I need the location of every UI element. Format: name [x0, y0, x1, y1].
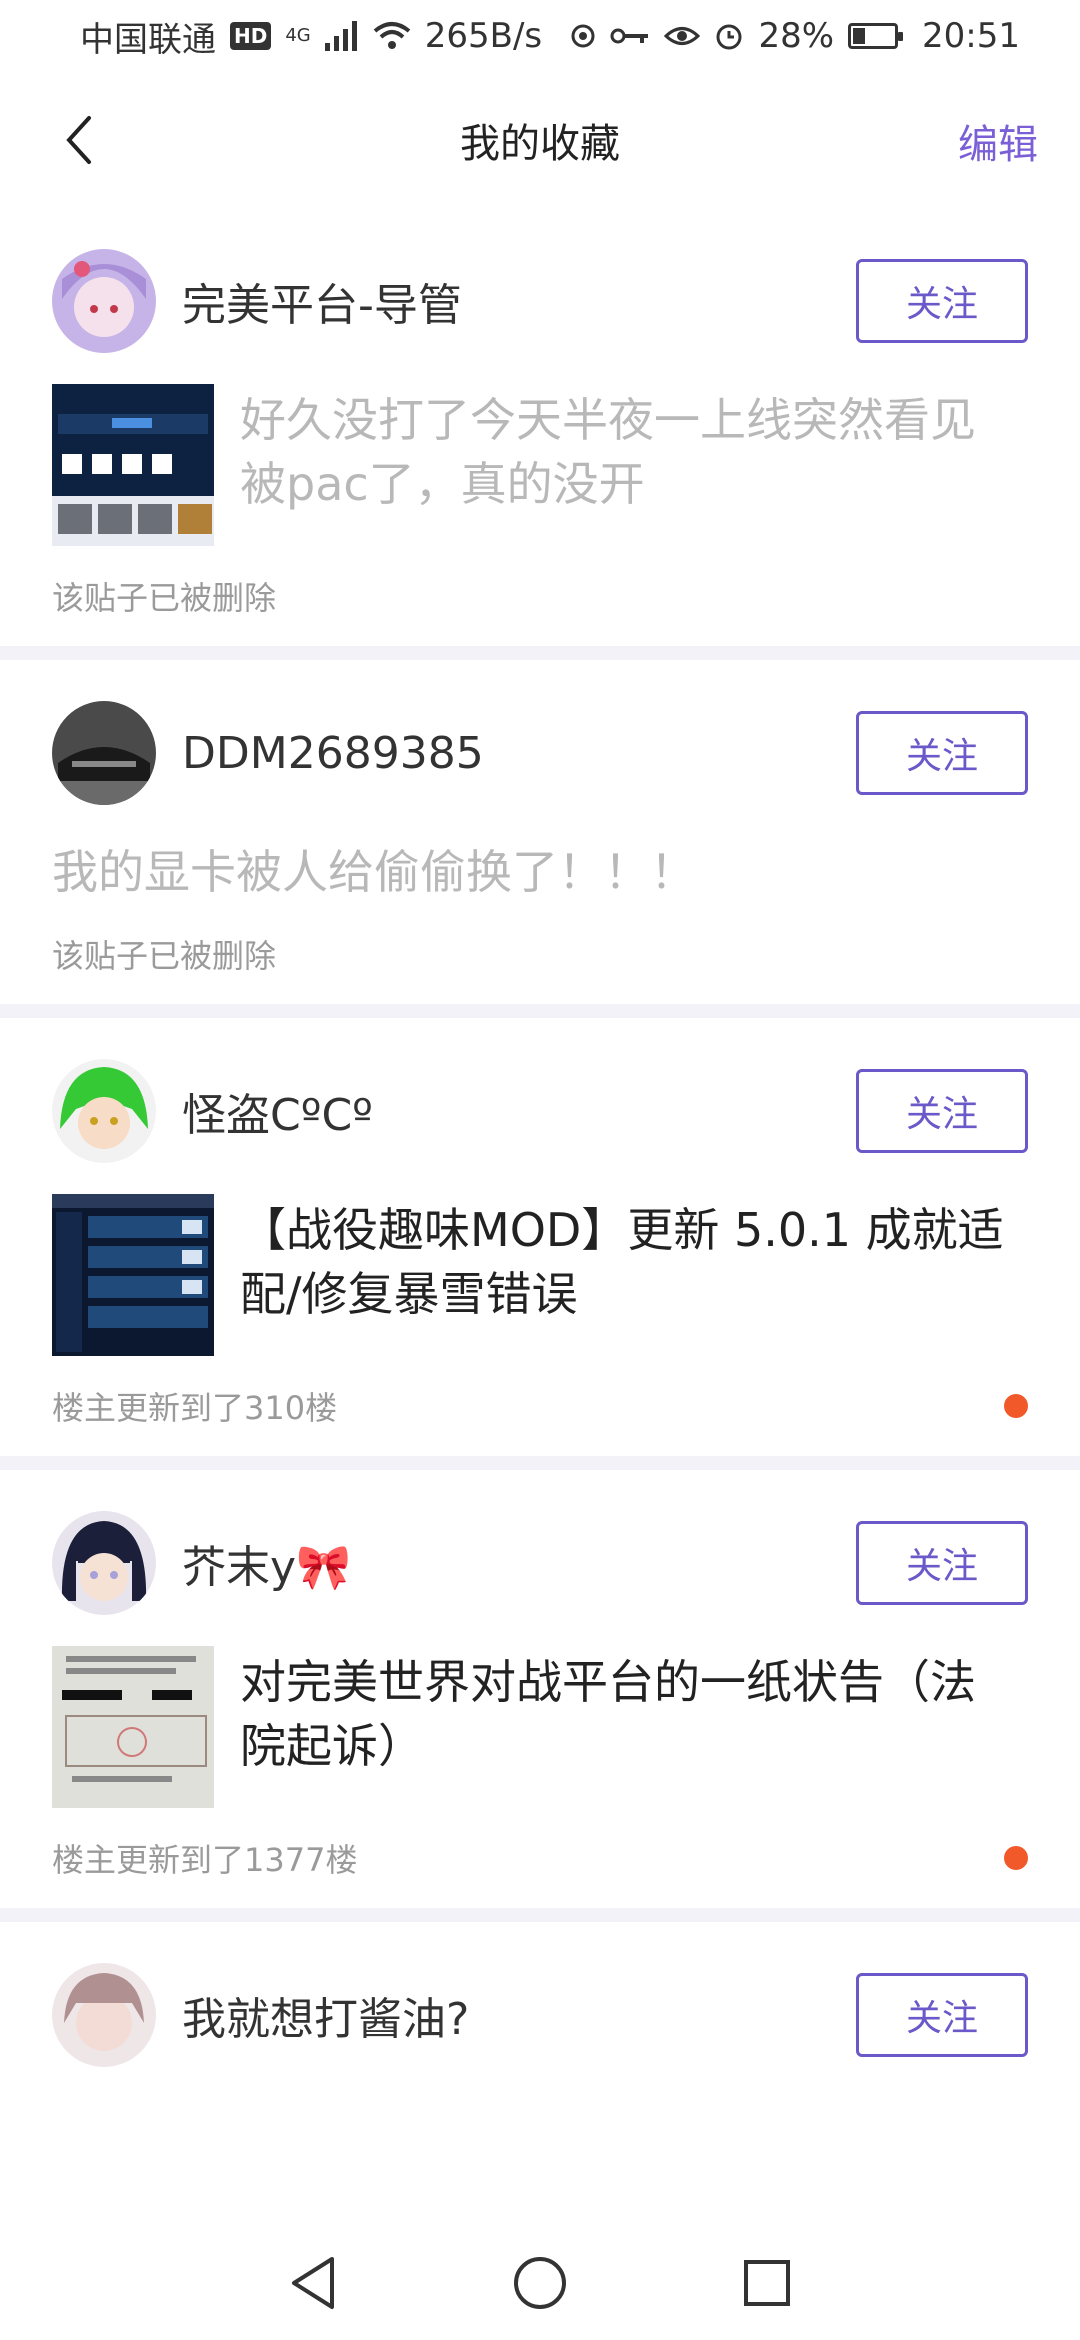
hd-badge: HD: [230, 22, 272, 50]
favorite-card[interactable]: DDM2689385 关注 我的显卡被人给偷偷换了！！！ 该贴子已被删除: [0, 660, 1080, 1004]
username[interactable]: 怪盗CºCº: [182, 1079, 856, 1143]
username[interactable]: 芥末y🎀: [182, 1531, 856, 1595]
status-bar: 中国联通 HD 4G 265B/s 28% 20:51: [0, 0, 1080, 72]
avatar[interactable]: [52, 701, 156, 805]
avatar[interactable]: [52, 1963, 156, 2067]
post-thumbnail[interactable]: [52, 384, 214, 546]
network-type: 4G: [285, 25, 311, 46]
network-speed: 265B/s: [424, 16, 543, 56]
favorite-card[interactable]: 怪盗CºCº 关注 【战役趣味MOD】更新 5.0.1 成就适配/修复暴雪错误 …: [0, 1018, 1080, 1456]
divider: [0, 1908, 1080, 1922]
clock-time: 20:51: [922, 16, 1020, 56]
battery-percent: 28%: [758, 16, 835, 56]
avatar[interactable]: [52, 1059, 156, 1163]
system-nav-bar: [0, 2226, 1080, 2340]
post-title[interactable]: 好久没打了今天半夜一上线突然看见被pac了，真的没开: [240, 384, 1020, 516]
back-button[interactable]: [40, 102, 116, 178]
nav-recents-button[interactable]: [732, 2248, 802, 2318]
favorites-list: 完美平台-导管 关注 好久没打了今天半夜一上线突然看见被pac了，真的没开 该贴…: [0, 208, 1080, 2068]
post-title[interactable]: 我的显卡被人给偷偷换了！！！: [52, 836, 1028, 904]
post-status: 该贴子已被删除: [52, 937, 277, 975]
unread-dot: [1004, 1394, 1028, 1418]
alarm-icon: [714, 21, 744, 51]
nav-home-button[interactable]: [505, 2248, 575, 2318]
chevron-left-icon: [66, 116, 91, 164]
circle-home-icon: [513, 2257, 566, 2309]
wifi-icon: [373, 21, 411, 51]
status-left: 中国联通 HD 4G 265B/s: [80, 12, 596, 61]
post-title[interactable]: 对完美世界对战平台的一纸状告（法院起诉）: [240, 1646, 1020, 1778]
location-icon: [570, 23, 596, 49]
page-title: 我的收藏: [460, 121, 620, 167]
favorite-card[interactable]: 我就想打酱油? 关注: [0, 1922, 1080, 2068]
avatar[interactable]: [52, 1511, 156, 1615]
post-status: 楼主更新到了1377楼: [52, 1841, 358, 1879]
follow-button[interactable]: 关注: [856, 1521, 1028, 1605]
post-thumbnail[interactable]: [52, 1194, 214, 1356]
post-status: 该贴子已被删除: [52, 579, 277, 617]
divider: [0, 1456, 1080, 1470]
username[interactable]: 我就想打酱油?: [182, 1983, 856, 2047]
unread-dot: [1004, 1846, 1028, 1870]
triangle-back-icon: [292, 2257, 335, 2309]
avatar[interactable]: [52, 249, 156, 353]
status-right: 28% 20:51: [610, 16, 1020, 56]
follow-button[interactable]: 关注: [856, 1973, 1028, 2057]
battery-icon: [848, 23, 904, 49]
username[interactable]: DDM2689385: [182, 728, 856, 779]
key-icon: [610, 25, 650, 47]
follow-button[interactable]: 关注: [856, 1069, 1028, 1153]
signal-icon: [324, 21, 359, 51]
app-header: 我的收藏 编辑: [0, 72, 1080, 208]
post-thumbnail[interactable]: [52, 1646, 214, 1808]
post-status: 楼主更新到了310楼: [52, 1389, 338, 1427]
post-title[interactable]: 【战役趣味MOD】更新 5.0.1 成就适配/修复暴雪错误: [240, 1194, 1020, 1326]
divider: [0, 646, 1080, 660]
follow-button[interactable]: 关注: [856, 711, 1028, 795]
follow-button[interactable]: 关注: [856, 259, 1028, 343]
divider: [0, 1004, 1080, 1018]
square-recents-icon: [743, 2260, 790, 2306]
edit-button[interactable]: 编辑: [958, 112, 1038, 170]
eye-icon: [664, 23, 701, 49]
favorite-card[interactable]: 芥末y🎀 关注 对完美世界对战平台的一纸状告（法院起诉） 楼主更新到了1377楼: [0, 1470, 1080, 1908]
username[interactable]: 完美平台-导管: [182, 269, 856, 333]
favorite-card[interactable]: 完美平台-导管 关注 好久没打了今天半夜一上线突然看见被pac了，真的没开 该贴…: [0, 208, 1080, 646]
nav-back-button[interactable]: [278, 2248, 348, 2318]
carrier-label: 中国联通: [80, 19, 216, 60]
